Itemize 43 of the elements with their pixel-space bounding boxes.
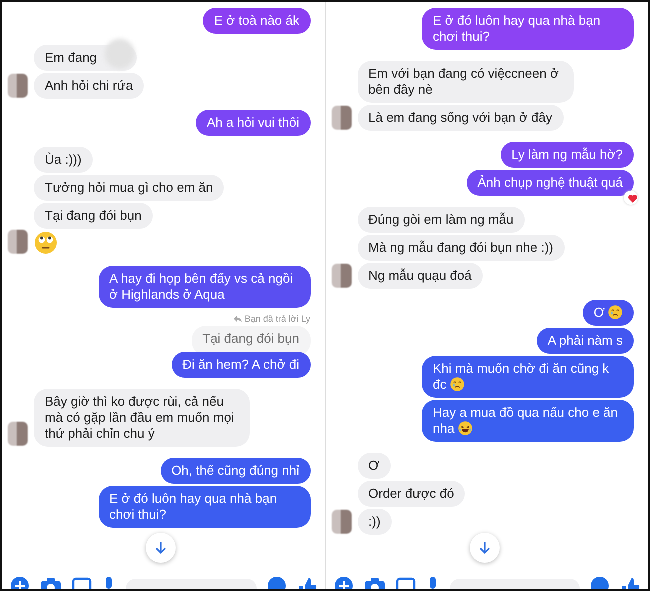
avatar	[332, 510, 352, 534]
message-bubble: A phải nàm s	[536, 328, 634, 354]
redaction-mark	[105, 39, 136, 69]
message-bubble: E ở đó luôn hay qua nhà bạn chơi thui?	[98, 486, 310, 528]
message-bubble: A hay đi họp bên đấy vs cả ngồi ở Highlands ở Aqua	[98, 266, 310, 308]
message-bubble: Ùa :)))	[34, 147, 93, 173]
avatar	[8, 422, 28, 446]
message-bubble: Tưởng hỏi mua gì cho em ăn	[34, 175, 224, 201]
laughing-emoji-icon	[458, 421, 473, 436]
message-bubble: Oh, thế cũng đúng nhỉ	[160, 458, 310, 484]
reply-label: Bạn đã trả lời Ly	[244, 314, 310, 324]
crying-emoji-icon	[450, 377, 465, 392]
message-bubble: :))	[358, 509, 392, 535]
scroll-down-button[interactable]	[470, 533, 500, 563]
avatar	[332, 264, 352, 288]
message-bubble: Là em đang sống với bạn ở đây	[358, 105, 564, 131]
heart-reaction-icon	[624, 191, 638, 205]
message-bubble: Đi ăn hem? A chở đi	[172, 352, 310, 378]
message-bubble: Ơ	[582, 300, 634, 326]
message-bubble: Mà ng mẫu đang đói bụn nhe :))	[358, 235, 565, 261]
message-bubble: Anh hỏi chi rứa	[34, 73, 144, 99]
message-bubble: Tại đang đói bụn	[34, 203, 153, 229]
message-bubble: E ở toà nào ák	[203, 8, 310, 34]
avatar	[332, 106, 352, 130]
message-bubble: Order được đó	[358, 481, 466, 507]
down-arrow-icon	[155, 541, 168, 555]
message-bubble: Đúng gòi em làm ng mẫu	[358, 207, 525, 233]
message-bubble: Ơ	[358, 453, 391, 479]
eye-roll-emoji-icon	[34, 231, 58, 255]
message-bubble: Em với bạn đang có việccneen ở bên đây nè	[358, 61, 574, 103]
avatar	[8, 74, 28, 98]
scroll-down-button[interactable]	[146, 533, 176, 563]
message-bubble: Hay a mua đồ qua nấu cho e ăn nha	[422, 400, 634, 442]
message-bubble: Ly làm ng mẫu hờ?	[500, 142, 634, 168]
message-bubble: Khi mà muốn chờ đi ăn cũng k đc	[422, 356, 634, 398]
down-arrow-icon	[478, 541, 491, 555]
message-bubble: Bây giờ thì ko được rùi, cả nếu mà có gặp lần đầu em muốn mọi thứ phải chỉn chu ý	[34, 389, 250, 447]
reply-icon	[234, 316, 242, 322]
crying-emoji-icon	[608, 305, 623, 320]
message-bubble: E ở đó luôn hay qua nhà bạn chơi thui?	[422, 8, 634, 50]
avatar	[8, 230, 28, 254]
message-bubble: Ah a hỏi vui thôi	[196, 110, 310, 136]
message-bubble: Ng mẫu quạu đoá	[358, 263, 483, 289]
